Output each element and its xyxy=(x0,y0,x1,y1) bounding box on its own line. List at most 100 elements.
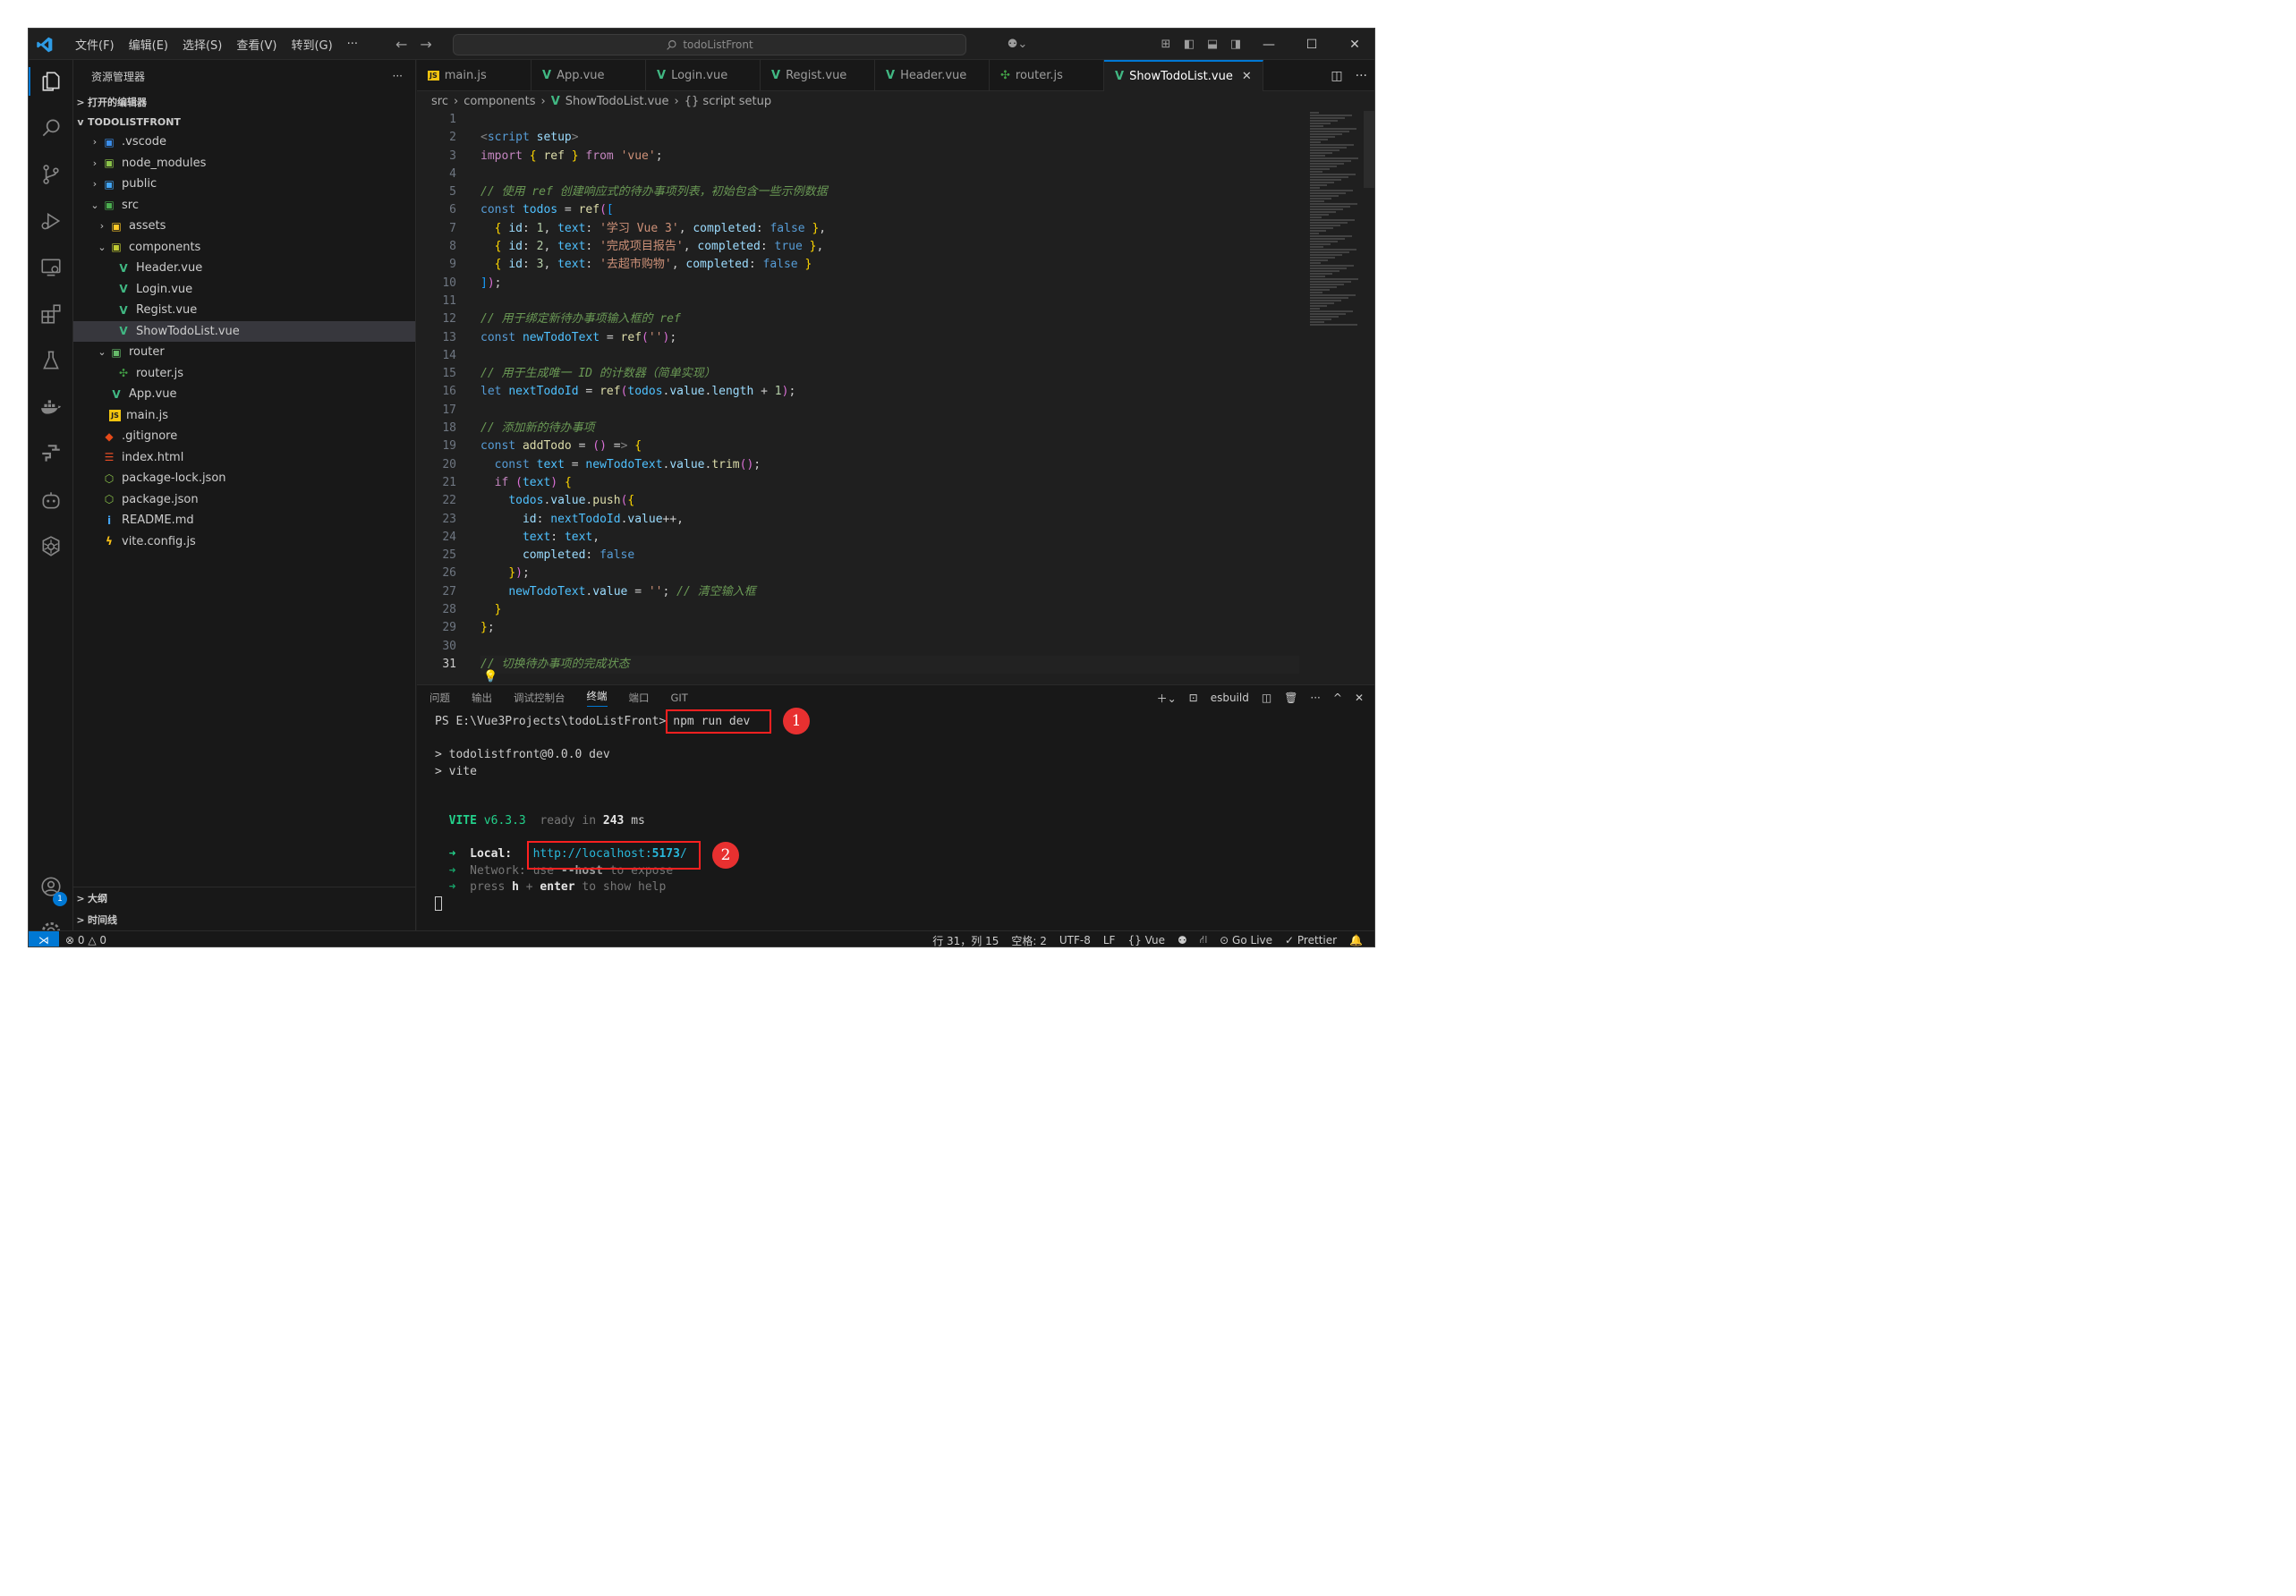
search-icon[interactable] xyxy=(29,106,73,149)
code-line[interactable]: { id: 2, text: '完成项目报告', completed: true… xyxy=(480,238,1304,256)
code-line[interactable]: if (text) { xyxy=(480,474,1304,492)
toggle-sidebar-icon[interactable]: ◧ xyxy=(1178,38,1201,51)
lightbulb-icon[interactable]: 💡 xyxy=(483,670,497,683)
breadcrumb-components[interactable]: components xyxy=(463,95,535,108)
code-line[interactable]: const addTodo = () => { xyxy=(480,437,1304,455)
code-line[interactable]: newTodoText.value = ''; // 清空输入框 xyxy=(480,583,1304,601)
code-line[interactable] xyxy=(480,402,1304,420)
tree-item[interactable]: › ▣ node_modules xyxy=(73,153,415,174)
encoding[interactable]: UTF-8 xyxy=(1053,934,1097,947)
maximize-panel-icon[interactable]: ^ xyxy=(1333,692,1342,704)
menu-selection[interactable]: 选择(S) xyxy=(175,36,229,53)
code-line[interactable]: { id: 3, text: '去超市购物', completed: false… xyxy=(480,256,1304,274)
copilot-chat-icon[interactable] xyxy=(29,479,73,522)
code-lines[interactable]: <script setup> import { ref } from 'vue';… xyxy=(480,111,1304,675)
close-tab-icon[interactable]: ✕ xyxy=(1242,70,1252,83)
tree-item[interactable]: › ▣ public xyxy=(73,174,415,195)
tree-item[interactable]: ϟ vite.config.js xyxy=(73,531,415,553)
explorer-icon[interactable] xyxy=(29,60,73,103)
new-terminal-icon[interactable]: ＋⌄ xyxy=(1157,691,1177,706)
terminal-output[interactable]: PS E:\Vue3Projects\todoListFront> npm run… xyxy=(435,714,1356,913)
close-panel-icon[interactable]: ✕ xyxy=(1355,692,1364,704)
tree-item[interactable]: i README.md xyxy=(73,510,415,531)
panel-tab-ports[interactable]: 端口 xyxy=(629,691,650,705)
code-line[interactable]: // 添加新的待办事项 xyxy=(480,420,1304,437)
go-live-button[interactable]: ⊙ Go Live xyxy=(1213,934,1279,947)
split-editor-icon[interactable]: ◫ xyxy=(1331,69,1342,83)
menu-edit[interactable]: 编辑(E) xyxy=(122,36,175,53)
panel-tab-output[interactable]: 输出 xyxy=(472,691,492,705)
code-line[interactable]: text: text, xyxy=(480,529,1304,547)
tab-main-js[interactable]: JS main.js xyxy=(417,60,531,91)
minimap[interactable] xyxy=(1310,111,1364,370)
close-window-icon[interactable]: ✕ xyxy=(1333,38,1374,52)
code-line[interactable]: // 用于绑定新待办事项输入框的 ref xyxy=(480,310,1304,328)
command-center-search[interactable]: todoListFront xyxy=(453,34,966,55)
live-share-status-icon[interactable]: ⛙ xyxy=(1194,933,1213,947)
tree-item[interactable]: V Regist.vue xyxy=(73,300,415,321)
copilot-icon[interactable]: ⚉⌄ xyxy=(1006,38,1029,51)
extensions-icon[interactable] xyxy=(29,293,73,335)
remote-indicator-icon[interactable]: ⋊ xyxy=(29,930,59,947)
terminal-shell-name[interactable]: esbuild xyxy=(1211,692,1249,704)
tree-item[interactable]: V Login.vue xyxy=(73,279,415,301)
breadcrumb-src[interactable]: src xyxy=(431,95,448,108)
code-line[interactable]: import { ref } from 'vue'; xyxy=(480,148,1304,166)
more-actions-icon[interactable]: ··· xyxy=(393,70,403,82)
tree-item[interactable]: ⌄ ▣ src xyxy=(73,195,415,216)
source-control-icon[interactable] xyxy=(29,153,73,196)
kubernetes-icon[interactable] xyxy=(29,525,73,568)
tree-item[interactable]: › ▣ .vscode xyxy=(73,132,415,153)
cursor-position[interactable]: 行 31，列 15 xyxy=(926,933,1005,947)
code-line[interactable]: const newTodoText = ref(''); xyxy=(480,329,1304,347)
tree-item[interactable]: V App.vue xyxy=(73,384,415,405)
tree-item[interactable]: ⬡ package-lock.json xyxy=(73,468,415,489)
code-line[interactable] xyxy=(480,111,1304,129)
code-line[interactable]: <script setup> xyxy=(480,129,1304,147)
panel-tab-debug-console[interactable]: 调试控制台 xyxy=(514,691,565,705)
editor-scrollbar[interactable] xyxy=(1364,111,1374,188)
code-line[interactable]: todos.value.push({ xyxy=(480,492,1304,510)
code-line[interactable] xyxy=(480,166,1304,183)
accounts-icon[interactable]: 1 xyxy=(29,865,73,908)
code-line[interactable]: id: nextTodoId.value++, xyxy=(480,511,1304,529)
toggle-secondary-sidebar-icon[interactable]: ◨ xyxy=(1224,38,1247,51)
tree-item[interactable]: ☰ index.html xyxy=(73,447,415,469)
copilot-status-icon[interactable]: ⚉ xyxy=(1171,934,1194,947)
code-line[interactable]: const todos = ref([ xyxy=(480,201,1304,219)
code-line[interactable]: }; xyxy=(480,619,1304,637)
tree-item[interactable]: V ShowTodoList.vue xyxy=(73,320,415,342)
tab-app-vue[interactable]: V App.vue xyxy=(531,60,646,91)
prettier-status[interactable]: ✓ Prettier xyxy=(1279,934,1343,947)
tree-item[interactable]: JS main.js xyxy=(73,405,415,427)
tree-item[interactable]: › ▣ assets xyxy=(73,216,415,237)
code-line[interactable]: let nextTodoId = ref(todos.value.length … xyxy=(480,383,1304,401)
more-actions-icon[interactable]: ··· xyxy=(1310,692,1320,704)
maximize-icon[interactable]: ☐ xyxy=(1290,38,1333,52)
timeline-section[interactable]: > 时间线 xyxy=(73,909,416,930)
remote-explorer-icon[interactable] xyxy=(29,246,73,289)
more-actions-icon[interactable]: ··· xyxy=(1356,69,1367,83)
tree-item[interactable]: ⌄ ▣ router xyxy=(73,342,415,363)
minimize-icon[interactable]: — xyxy=(1247,38,1290,52)
menu-file[interactable]: 文件(F) xyxy=(68,36,122,53)
menu-more[interactable]: ··· xyxy=(340,38,365,51)
code-line[interactable]: const text = newTodoText.value.trim(); xyxy=(480,456,1304,474)
code-line[interactable] xyxy=(480,293,1304,310)
tree-item[interactable]: ⌄ ▣ components xyxy=(73,237,415,259)
toggle-panel-icon[interactable]: ⬓ xyxy=(1201,38,1224,51)
code-line[interactable]: completed: false xyxy=(480,547,1304,565)
tree-item[interactable]: ⬡ package.json xyxy=(73,489,415,511)
live-share-icon[interactable] xyxy=(29,432,73,475)
outline-section[interactable]: > 大纲 xyxy=(73,887,416,909)
breadcrumb-file[interactable]: ShowTodoList.vue xyxy=(565,95,669,108)
tab-login-vue[interactable]: V Login.vue xyxy=(646,60,761,91)
customize-layout-icon[interactable]: ⊞ xyxy=(1154,38,1178,51)
breadcrumb-symbol[interactable]: {} script setup xyxy=(685,95,771,108)
tree-item[interactable]: V Header.vue xyxy=(73,258,415,279)
testing-icon[interactable] xyxy=(29,339,73,382)
code-line[interactable]: }); xyxy=(480,565,1304,582)
run-debug-icon[interactable] xyxy=(29,200,73,242)
split-terminal-icon[interactable]: ◫ xyxy=(1262,692,1271,704)
open-editors-section[interactable]: > 打开的编辑器 xyxy=(73,92,415,112)
